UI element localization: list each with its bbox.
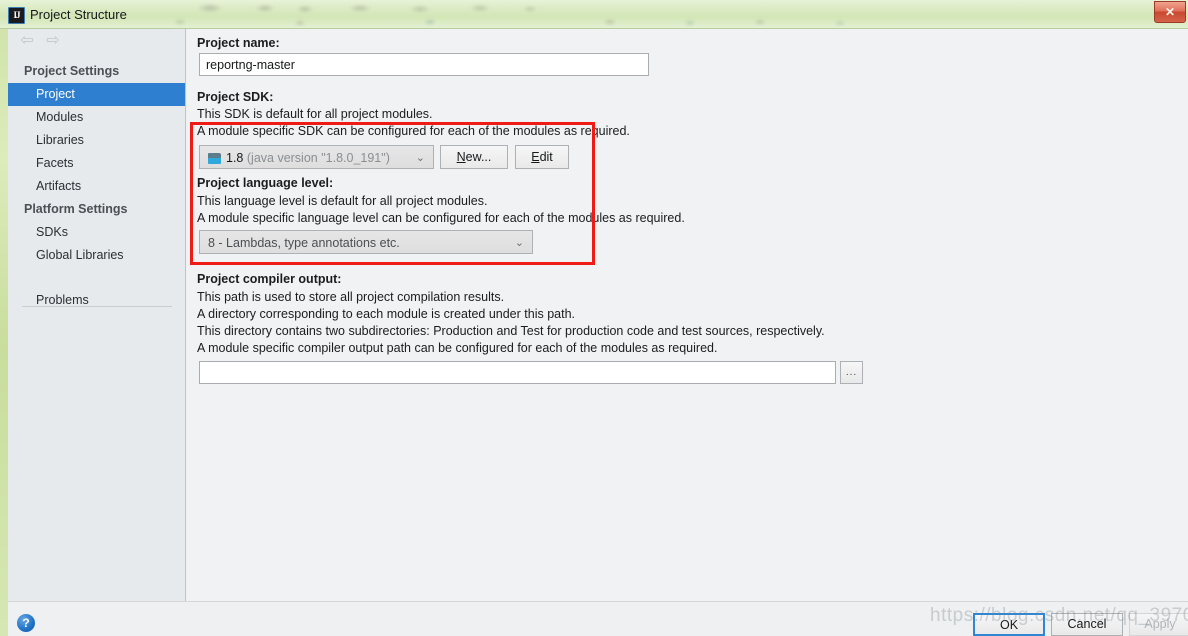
title-bar: IJ Project Structure ✕ — [0, 0, 1188, 29]
edit-sdk-button[interactable]: Edit — [515, 145, 569, 169]
aero-blur-backdrop — [0, 0, 1188, 28]
sidebar-item-problems[interactable]: Problems — [8, 289, 185, 312]
new-sdk-button[interactable]: New... — [440, 145, 508, 169]
new-sdk-button-mnemonic: N — [456, 150, 466, 164]
sidebar-item-modules[interactable]: Modules — [8, 106, 185, 129]
sidebar-group-platform-settings: Platform Settings — [24, 202, 128, 216]
compiler-output-desc-line-1: This path is used to store all project c… — [197, 290, 505, 304]
compiler-output-desc-line-4: A module specific compiler output path c… — [197, 341, 718, 355]
sidebar-item-libraries[interactable]: Libraries — [8, 129, 185, 152]
compiler-output-input[interactable] — [199, 361, 836, 384]
sidebar-item-project[interactable]: Project — [8, 83, 185, 106]
sidebar-navigation-bar: ⇦ ⇨ — [8, 29, 185, 54]
sidebar-item-facets[interactable]: Facets — [8, 152, 185, 175]
chevron-down-icon: ⌄ — [514, 237, 524, 249]
sidebar-item-artifacts[interactable]: Artifacts — [8, 175, 185, 198]
language-level-desc-line-1: This language level is default for all p… — [197, 194, 488, 208]
chevron-down-icon: ⌄ — [415, 152, 425, 164]
forward-arrow-icon[interactable]: ⇨ — [44, 33, 62, 49]
project-sdk-detail: (java version "1.8.0_191") — [246, 151, 390, 165]
edit-sdk-button-label: dit — [539, 150, 553, 164]
window-title: Project Structure — [30, 7, 127, 22]
edit-sdk-button-mnemonic: E — [531, 150, 540, 164]
back-arrow-icon[interactable]: ⇦ — [18, 33, 36, 49]
project-sdk-label: Project SDK: — [197, 90, 274, 104]
close-icon[interactable]: ✕ — [1154, 1, 1186, 23]
compiler-output-desc-line-3: This directory contains two subdirectori… — [197, 324, 825, 338]
project-sdk-desc-line-2: A module specific SDK can be configured … — [197, 124, 630, 138]
language-level-desc-line-2: A module specific language level can be … — [197, 211, 685, 225]
sidebar-group-project-settings: Project Settings — [24, 64, 120, 78]
ok-button[interactable]: OK — [973, 613, 1045, 636]
cancel-button[interactable]: Cancel — [1051, 613, 1123, 636]
sidebar: ⇦ ⇨ Project Settings Project Modules Lib… — [8, 29, 186, 601]
dialog-footer: ? OK Cancel Apply — [8, 601, 1188, 636]
help-icon[interactable]: ? — [17, 614, 35, 632]
intellij-logo-icon: IJ — [8, 7, 25, 24]
sidebar-item-sdks[interactable]: SDKs — [8, 221, 185, 244]
jdk-folder-icon — [208, 153, 221, 164]
compiler-output-browse-button[interactable]: ... — [840, 361, 863, 384]
new-sdk-button-label: ew... — [465, 150, 492, 164]
language-level-label: Project language level: — [197, 176, 334, 190]
project-name-label: Project name: — [197, 36, 280, 50]
main-content: Project name: Project SDK: This SDK is d… — [187, 29, 1188, 601]
desktop-background-strip — [0, 0, 8, 636]
apply-button: Apply — [1129, 613, 1188, 636]
sidebar-item-global-libraries[interactable]: Global Libraries — [8, 244, 185, 267]
project-name-input[interactable] — [199, 53, 649, 76]
project-sdk-dropdown[interactable]: 1.8 (java version "1.8.0_191") ⌄ — [199, 145, 434, 169]
compiler-output-label: Project compiler output: — [197, 272, 342, 286]
project-sdk-desc-line-1: This SDK is default for all project modu… — [197, 107, 433, 121]
language-level-dropdown[interactable]: 8 - Lambdas, type annotations etc. ⌄ — [199, 230, 533, 254]
language-level-value: 8 - Lambdas, type annotations etc. — [208, 236, 400, 250]
project-structure-dialog: IJ Project Structure ✕ ⇦ ⇨ Project Setti… — [0, 0, 1188, 636]
project-sdk-version: 1.8 — [226, 151, 244, 165]
compiler-output-desc-line-2: A directory corresponding to each module… — [197, 307, 575, 321]
